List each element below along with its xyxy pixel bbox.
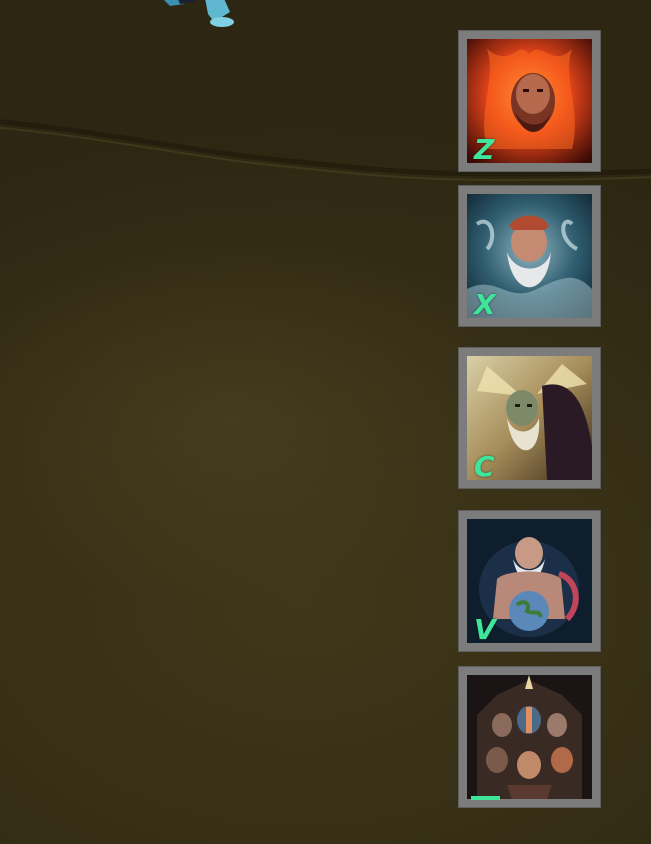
skill-key-label: C xyxy=(474,450,495,483)
skill-key-label: V xyxy=(474,613,496,646)
pantheon-portrait-icon xyxy=(467,675,592,799)
skill-key-label: Z xyxy=(474,133,495,166)
skill-slot-c[interactable]: C xyxy=(458,347,601,489)
skill-key-label: X xyxy=(474,288,496,321)
skill-slot-5[interactable] xyxy=(458,666,601,808)
skill-slot-z[interactable]: Z xyxy=(458,30,601,172)
cooldown-bar xyxy=(471,796,500,800)
skill-slot-v[interactable]: V xyxy=(458,510,601,652)
player-character xyxy=(164,0,234,27)
skill-slot-x[interactable]: X xyxy=(458,185,601,327)
